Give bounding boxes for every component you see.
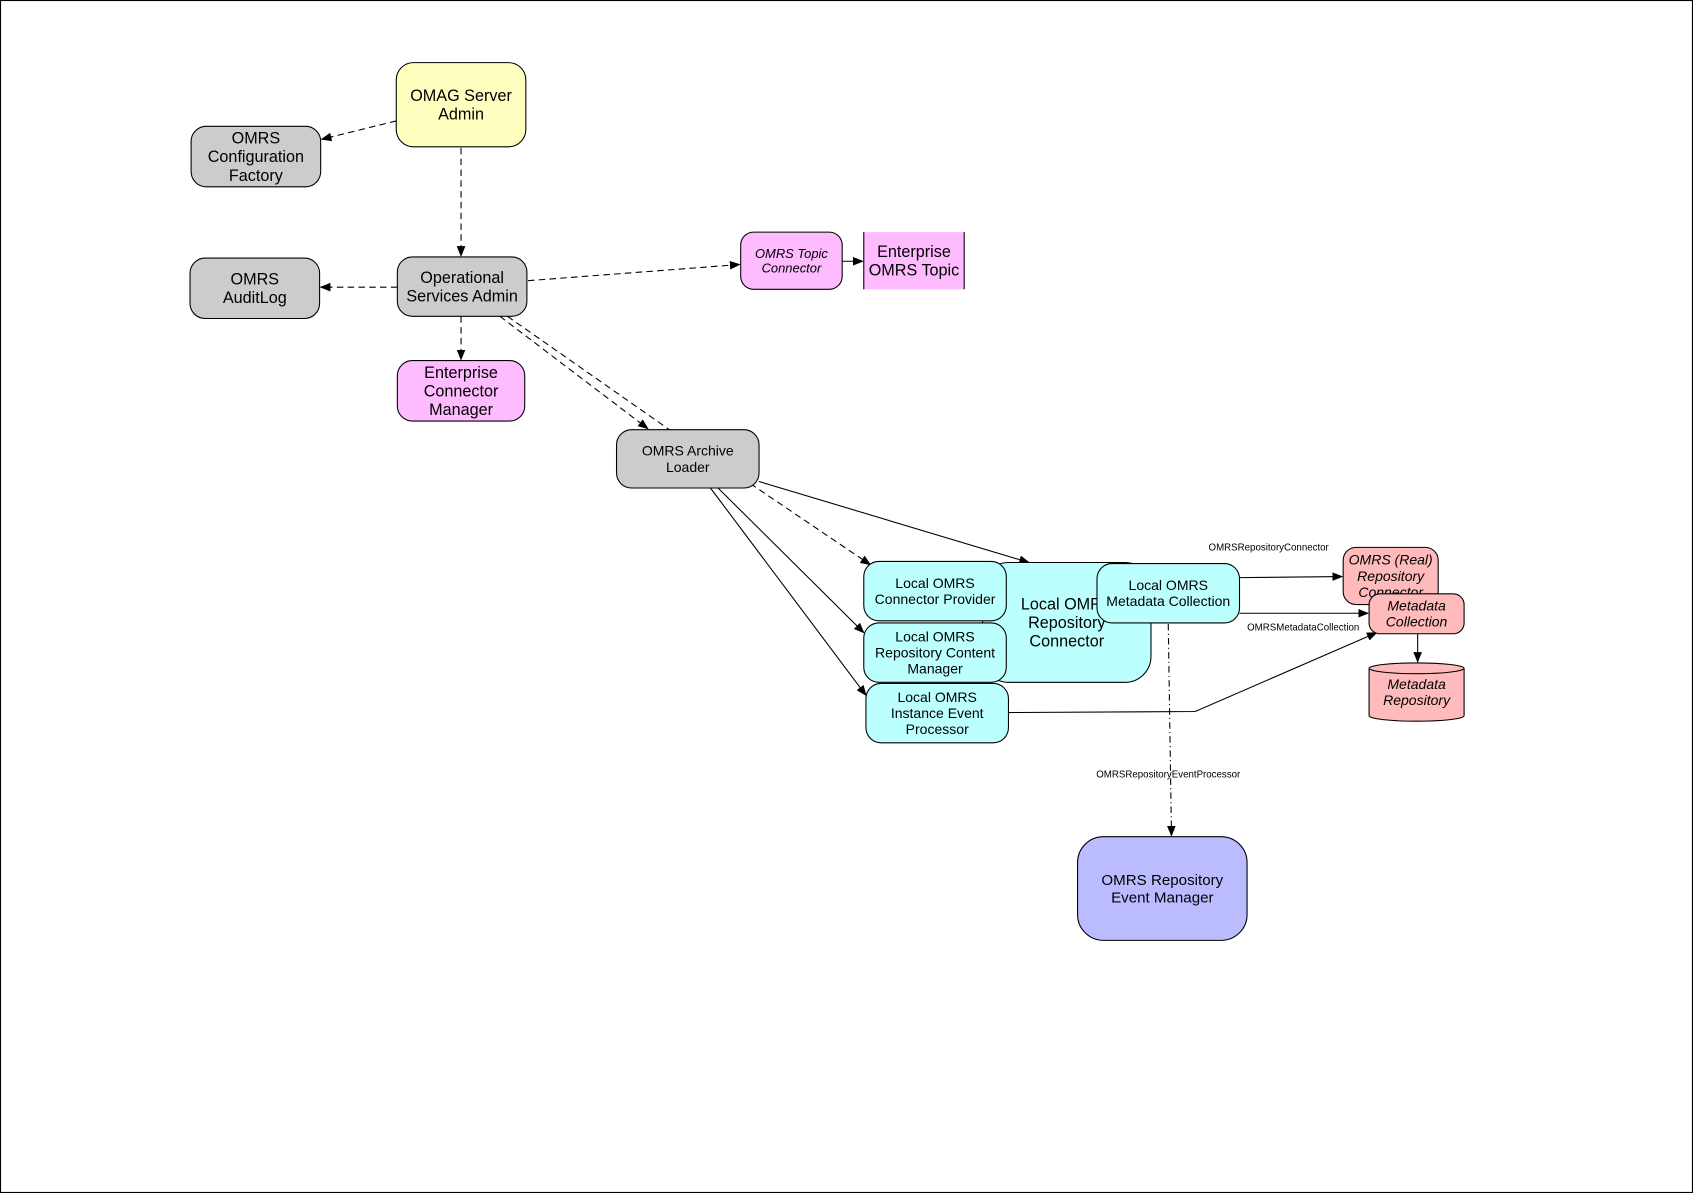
node-label: Metadata Collection (1106, 593, 1230, 609)
node-metadata-repository: MetadataRepository (1368, 662, 1465, 722)
node-label: OMRS (Real) (1349, 552, 1433, 568)
node-label: OMRS Topic (869, 262, 960, 280)
node-label: Manager (907, 661, 963, 677)
node-label: OMRS Repository (1101, 872, 1223, 889)
node-local-metadata-collection: Local OMRSMetadata Collection (1096, 563, 1241, 624)
node-label: Local OMRS (1129, 577, 1208, 593)
node-audit-log: OMRSAuditLog (189, 257, 321, 320)
node-label: AuditLog (223, 289, 287, 307)
node-local-content-manager: Local OMRSRepository ContentManager (863, 622, 1007, 683)
node-label: Enterprise (424, 364, 498, 382)
node-config-factory: OMRSConfigurationFactory (190, 125, 322, 188)
node-label: OMRS (231, 271, 280, 289)
node-label: Repository Content (875, 645, 995, 661)
node-label: Admin (438, 106, 484, 124)
node-label: Local OMRS (897, 689, 976, 705)
node-label: Configuration (208, 148, 304, 166)
node-operational-services-admin: OperationalServices Admin (396, 256, 528, 317)
node-label: OMRS Topic (755, 246, 828, 261)
node-enterprise-topic: EnterpriseOMRS Topic (863, 232, 965, 290)
node-label: Operational (420, 269, 504, 287)
label-event-processor: OMRSRepositoryEventProcessor (1096, 769, 1241, 780)
architecture-diagram: OMAG ServerAdminOMRSConfigurationFactory… (0, 0, 1693, 1193)
node-label: Manager (429, 401, 494, 419)
node-label: Repository (1028, 614, 1106, 632)
node-label: Event Manager (1111, 890, 1213, 907)
node-label: Connector Provider (875, 591, 996, 607)
node-local-connector-provider: Local OMRSConnector Provider (863, 560, 1007, 622)
label-metadata-collection: OMRSMetadataCollection (1247, 623, 1359, 634)
node-label: Loader (666, 459, 710, 475)
node-label: Repository (1357, 568, 1425, 584)
node-label: Connector (1029, 633, 1104, 651)
node-label: Instance Event (891, 705, 984, 721)
node-local-event-processor: Local OMRSInstance EventProcessor (865, 682, 1009, 744)
node-label: Services Admin (406, 288, 518, 306)
node-label: OMRS Archive (642, 443, 734, 459)
node-label: Connector (762, 261, 822, 276)
node-label: Repository (1383, 692, 1451, 708)
label-repository-connector: OMRSRepositoryConnector (1209, 543, 1330, 554)
node-label: Processor (906, 721, 969, 737)
node-label: Factory (229, 167, 284, 185)
node-enterprise-connector-manager: EnterpriseConnectorManager (396, 360, 526, 422)
node-label: Enterprise (877, 243, 951, 261)
node-label: Local OMRS (895, 575, 974, 591)
node-topic-connector: OMRS TopicConnector (740, 231, 843, 290)
node-label: OMAG Server (410, 87, 512, 105)
node-omag-server-admin: OMAG ServerAdmin (395, 62, 527, 148)
node-metadata-collection: MetadataCollection (1368, 593, 1465, 635)
node-label: Local OMRS (895, 628, 974, 644)
node-event-manager: OMRS RepositoryEvent Manager (1077, 836, 1248, 941)
node-archive-loader: OMRS ArchiveLoader (615, 429, 760, 489)
node-label: Metadata (1387, 598, 1446, 614)
node-label: Collection (1386, 614, 1448, 630)
node-label: Metadata (1387, 676, 1446, 692)
node-label: OMRS (232, 130, 281, 148)
node-label: Connector (424, 382, 499, 400)
